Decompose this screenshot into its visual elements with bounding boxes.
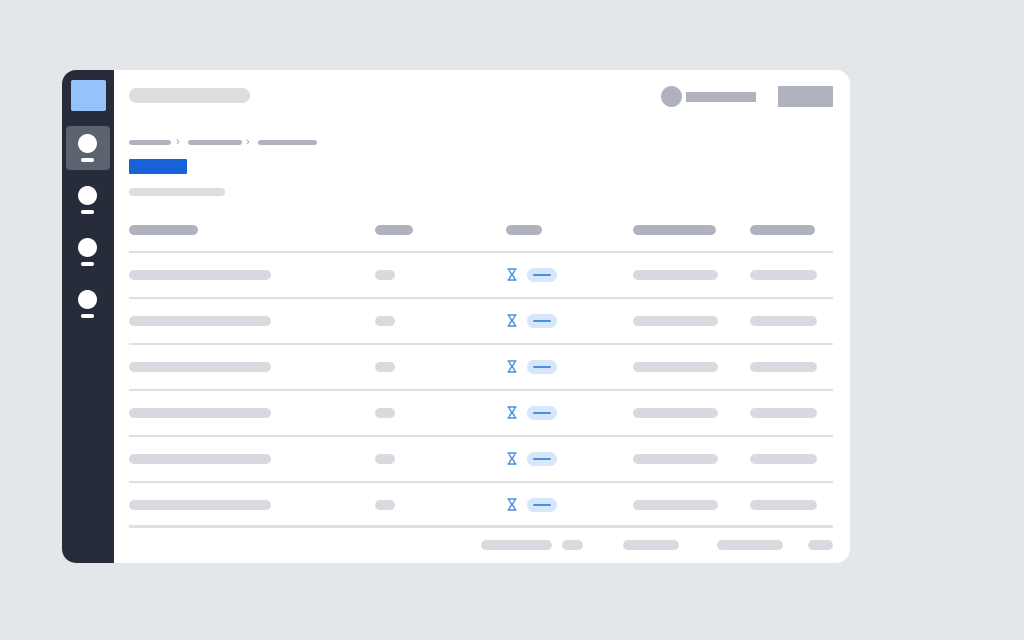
nav-icon: [78, 134, 97, 153]
page-subtitle: [129, 188, 225, 196]
table-row[interactable]: [129, 483, 833, 529]
nav-label: [81, 262, 94, 266]
header-action-button[interactable]: [778, 86, 833, 107]
row-divider: [129, 525, 833, 528]
row-date: [633, 270, 718, 280]
pagination-prev[interactable]: [623, 540, 679, 550]
hourglass-icon: [507, 498, 517, 511]
row-date: [633, 408, 718, 418]
row-count: [375, 408, 395, 418]
row-name[interactable]: [129, 454, 271, 464]
pagination-page[interactable]: [808, 540, 833, 550]
app-window: › ›: [62, 70, 850, 563]
sidebar-item-3[interactable]: [66, 230, 110, 274]
hourglass-icon: [507, 314, 517, 327]
user-name[interactable]: [686, 92, 756, 102]
breadcrumb-separator-icon: ›: [246, 136, 250, 148]
sidebar: [62, 70, 114, 563]
status-badge: [527, 406, 557, 420]
status-badge: [527, 360, 557, 374]
sidebar-item-4[interactable]: [66, 282, 110, 326]
sidebar-item-1[interactable]: [66, 126, 110, 170]
row-count: [375, 454, 395, 464]
row-name[interactable]: [129, 408, 271, 418]
table-row[interactable]: [129, 253, 833, 299]
row-owner: [750, 362, 817, 372]
breadcrumb-item-1[interactable]: [129, 140, 171, 145]
status-badge: [527, 268, 557, 282]
row-name[interactable]: [129, 500, 271, 510]
nav-icon: [78, 238, 97, 257]
row-owner: [750, 408, 817, 418]
breadcrumb-separator-icon: ›: [176, 136, 180, 148]
pagination-next[interactable]: [717, 540, 783, 550]
page-size-select[interactable]: [562, 540, 583, 550]
row-date: [633, 500, 718, 510]
app-logo-icon[interactable]: [71, 80, 106, 111]
row-owner: [750, 270, 817, 280]
primary-action-button[interactable]: [129, 159, 187, 174]
breadcrumb-item-3: [258, 140, 317, 145]
row-count: [375, 316, 395, 326]
row-name[interactable]: [129, 362, 271, 372]
row-date: [633, 362, 718, 372]
row-owner: [750, 454, 817, 464]
pagination-summary: [481, 540, 552, 550]
table-row[interactable]: [129, 299, 833, 345]
status-badge: [527, 452, 557, 466]
table-row[interactable]: [129, 437, 833, 483]
table-row[interactable]: [129, 345, 833, 391]
nav-label: [81, 158, 94, 162]
hourglass-icon: [507, 360, 517, 373]
nav-label: [81, 314, 94, 318]
row-date: [633, 316, 718, 326]
row-name[interactable]: [129, 270, 271, 280]
hourglass-icon: [507, 268, 517, 281]
column-header-3[interactable]: [506, 225, 542, 235]
nav-icon: [78, 290, 97, 309]
hourglass-icon: [507, 452, 517, 465]
row-owner: [750, 500, 817, 510]
row-date: [633, 454, 718, 464]
user-avatar-icon[interactable]: [661, 86, 682, 107]
nav-label: [81, 210, 94, 214]
row-count: [375, 270, 395, 280]
column-header-2[interactable]: [375, 225, 413, 235]
column-header-4[interactable]: [633, 225, 716, 235]
breadcrumb-item-2[interactable]: [188, 140, 242, 145]
row-count: [375, 362, 395, 372]
sidebar-item-2[interactable]: [66, 178, 110, 222]
status-badge: [527, 498, 557, 512]
hourglass-icon: [507, 406, 517, 419]
row-owner: [750, 316, 817, 326]
column-header-5[interactable]: [750, 225, 815, 235]
row-name[interactable]: [129, 316, 271, 326]
page-title: [129, 88, 250, 103]
nav-icon: [78, 186, 97, 205]
status-badge: [527, 314, 557, 328]
column-header-1[interactable]: [129, 225, 198, 235]
row-count: [375, 500, 395, 510]
table-row[interactable]: [129, 391, 833, 437]
